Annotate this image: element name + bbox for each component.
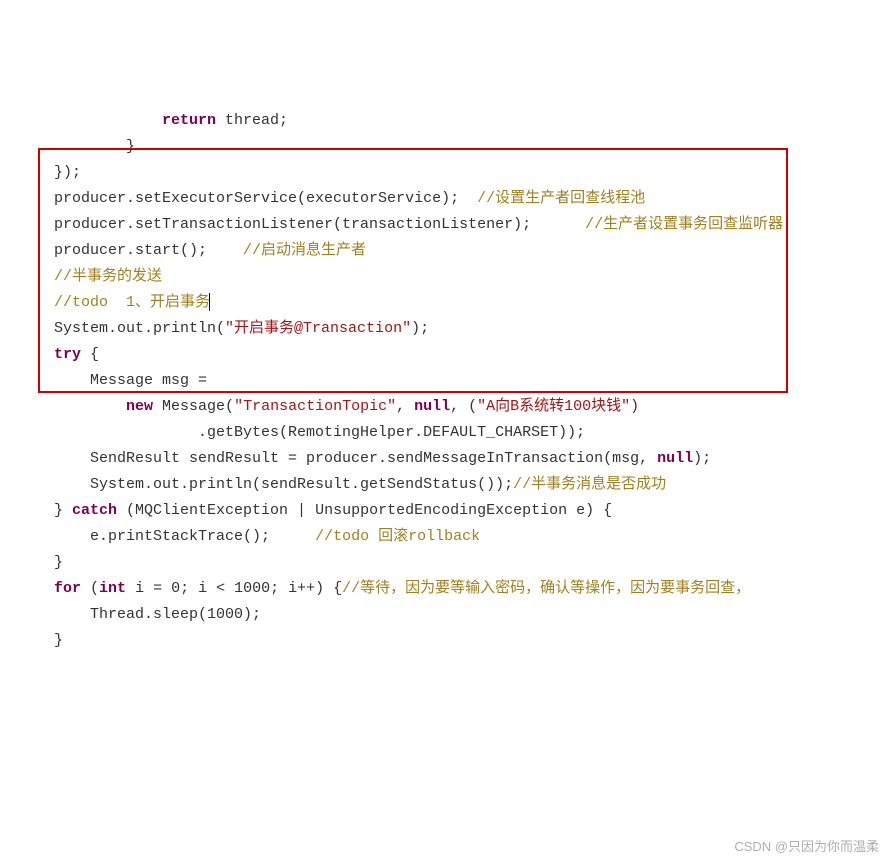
string-literal: "A向B系统转100块钱" [477,398,630,415]
kw-null: null [414,398,450,415]
code-text: .getBytes(RemotingHelper.DEFAULT_CHARSET… [18,424,585,441]
code-text [18,346,54,363]
num-literal: 0 [171,580,180,597]
code-text: ); [243,606,261,623]
comment: //半事务消息是否成功 [513,476,666,493]
code-text: thread; [216,112,288,129]
kw-try: try [54,346,81,363]
code-text: e.printStackTrace(); [18,528,315,545]
comment: //生产者设置事务回查监听器 [585,216,783,233]
code-text: Thread.sleep( [18,606,207,623]
string-literal: "TransactionTopic" [234,398,396,415]
kw-int: int [99,580,126,597]
code-text: } [18,502,72,519]
code-text: ; i++) { [270,580,342,597]
code-text: producer.start(); [18,242,243,259]
code-text: , [396,398,414,415]
comment: //半事务的发送 [18,268,162,285]
comment: //启动消息生产者 [243,242,366,259]
code-text: Message( [153,398,234,415]
comment: //todo 1、开启事务 [18,294,210,311]
code-text: { [81,346,99,363]
code-text: , ( [450,398,477,415]
code-text: i = [126,580,171,597]
code-text: producer.setTransactionListener(transact… [18,216,585,233]
code-text: SendResult sendResult = producer.sendMes… [18,450,657,467]
code-text: ) [630,398,639,415]
string-literal: "开启事务@Transaction" [225,320,411,337]
num-literal: 1000 [234,580,270,597]
num-literal: 1000 [207,606,243,623]
code-text: } [18,554,63,571]
code-text: (MQClientException | UnsupportedEncoding… [117,502,612,519]
code-text: } [18,138,135,155]
code-text: }); [18,164,81,181]
code-text: ( [81,580,99,597]
code-text: } [18,632,63,649]
code-text: ; i < [180,580,234,597]
kw-for: for [54,580,81,597]
kw-catch: catch [72,502,117,519]
kw-new: new [126,398,153,415]
code-text: ); [411,320,429,337]
code-text: System.out.println( [18,320,225,337]
comment: //等待，因为要等输入密码，确认等操作，因为要事务回查， [342,580,750,597]
code-text [18,398,126,415]
watermark: CSDN @只因为你而温柔 [734,834,879,860]
code-text: System.out.println(sendResult.getSendSta… [18,476,513,493]
code-text: ); [693,450,711,467]
kw-return: return [162,112,216,129]
text-cursor [209,293,210,311]
comment: //todo 回滚rollback [315,528,480,545]
code-text: producer.setExecutorService(executorServ… [18,190,477,207]
code-block: return thread; } }); producer.setExecuto… [18,108,887,654]
comment: //设置生产者回查线程池 [477,190,645,207]
kw-null: null [657,450,693,467]
code-text [18,580,54,597]
code-text: Message msg = [18,372,207,389]
